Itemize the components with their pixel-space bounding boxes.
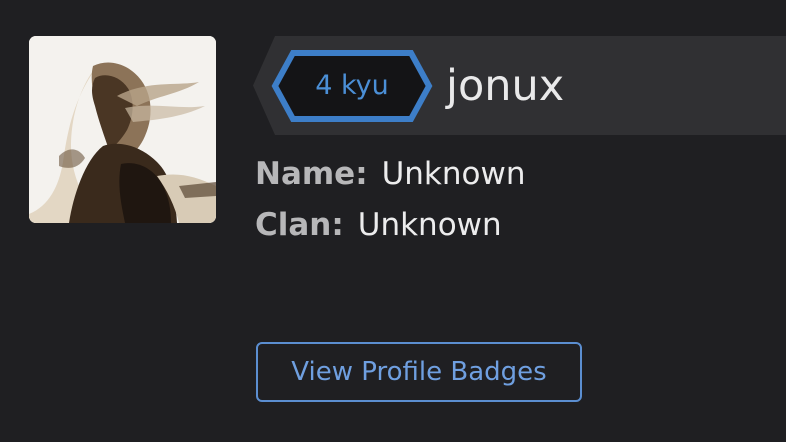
clan-row: Clan: Unknown [255, 205, 502, 245]
view-profile-badges-button[interactable]: View Profile Badges [256, 342, 582, 402]
rank-label: 4 kyu [315, 70, 389, 101]
profile-card: 4 kyu jonux Name: Unknown Clan: Unknown Vi… [0, 0, 786, 442]
name-value: Unknown [381, 156, 526, 192]
name-row: Name: Unknown [255, 154, 526, 194]
avatar[interactable] [29, 36, 216, 223]
avatar-image [29, 36, 216, 223]
name-label: Name: [255, 156, 368, 192]
username: jonux [446, 61, 565, 111]
clan-value: Unknown [357, 207, 502, 243]
rank-banner: 4 kyu jonux [253, 36, 786, 135]
clan-label: Clan: [255, 207, 344, 243]
